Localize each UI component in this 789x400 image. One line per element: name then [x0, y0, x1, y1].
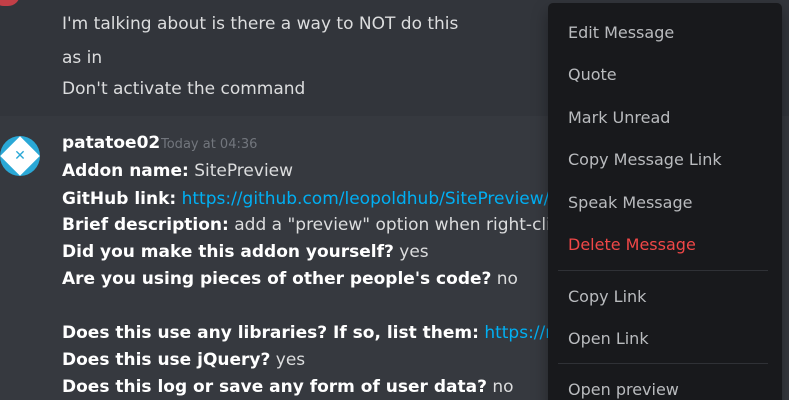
username[interactable]: patatoe02 [62, 133, 160, 153]
field-label: GitHub link: [62, 189, 177, 209]
menu-item-open-preview[interactable]: Open preview [548, 370, 782, 400]
message-field: Brief description: add a "preview" optio… [62, 213, 586, 237]
field-value: no [496, 269, 518, 289]
field-label: Are you using pieces of other people's c… [62, 269, 492, 289]
message-field: Addon name: SitePreview [62, 159, 293, 183]
field-label: Does this use any libraries? If so, list… [62, 323, 479, 343]
menu-item-delete-message[interactable]: Delete Message [548, 225, 782, 265]
field-value: yes [275, 350, 306, 370]
menu-item-edit-message[interactable]: Edit Message [548, 13, 782, 53]
message-field: Does this log or save any form of user d… [62, 375, 514, 399]
message-timestamp: Today at 04:36 [161, 137, 258, 152]
github-link[interactable]: https://github.com/leopoldhub/SitePrevie… [182, 189, 550, 209]
avatar[interactable] [0, 0, 20, 6]
message-field: Did you make this addon yourself? yes [62, 240, 429, 264]
field-value: yes [399, 242, 429, 262]
field-label: Does this use jQuery? [62, 350, 271, 370]
menu-item-copy-message-link[interactable]: Copy Message Link [548, 140, 782, 180]
field-label: Did you make this addon yourself? [62, 242, 394, 262]
message-text: I'm talking about is there a way to NOT … [62, 14, 459, 34]
menu-item-mark-unread[interactable]: Mark Unread [548, 98, 782, 138]
menu-item-quote[interactable]: Quote [548, 55, 782, 95]
menu-item-open-link[interactable]: Open Link [548, 319, 782, 359]
field-value: no [492, 377, 514, 397]
menu-item-copy-link[interactable]: Copy Link [548, 277, 782, 317]
menu-separator [558, 363, 768, 364]
message-text: as in [62, 48, 103, 68]
field-label: Does this log or save any form of user d… [62, 377, 487, 397]
message-field: Does this use jQuery? yes [62, 348, 305, 372]
message-text: Don't activate the command [62, 79, 306, 99]
field-value: add a "preview" option when right-clicki… [234, 215, 586, 235]
message-context-menu: Edit Message Quote Mark Unread Copy Mess… [548, 3, 782, 400]
message-field: Are you using pieces of other people's c… [62, 267, 518, 291]
menu-item-speak-message[interactable]: Speak Message [548, 183, 782, 223]
field-value: SitePreview [194, 161, 294, 181]
field-label: Brief description: [62, 215, 229, 235]
skull-diamond-icon: ✕ [14, 148, 26, 164]
avatar[interactable]: ✕ [0, 136, 40, 176]
message-field: Does this use any libraries? If so, list… [62, 321, 594, 345]
field-label: Addon name: [62, 161, 189, 181]
menu-separator [558, 270, 768, 271]
message-field: GitHub link: https://github.com/leopoldh… [62, 187, 549, 211]
